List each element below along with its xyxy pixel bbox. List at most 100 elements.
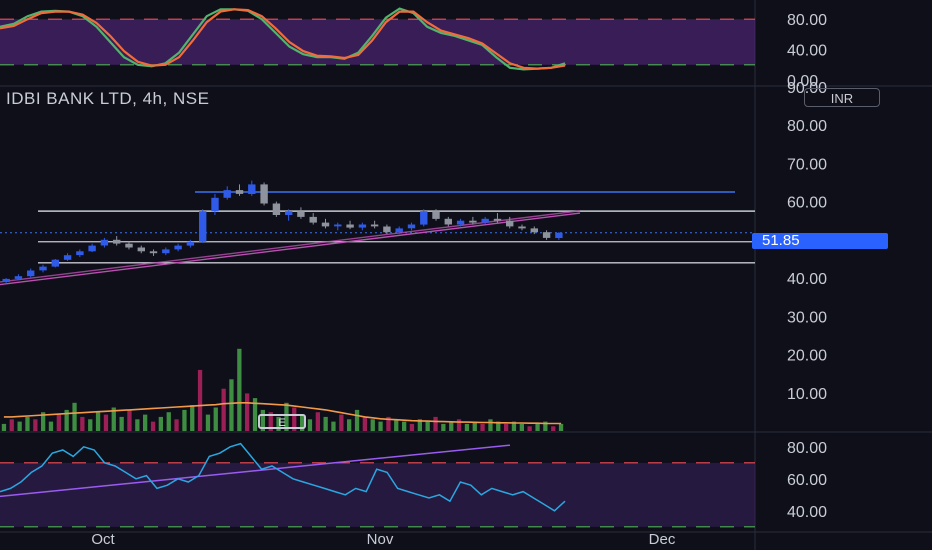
volume-bar xyxy=(488,419,493,432)
volume-bar xyxy=(190,405,195,431)
volume-bar xyxy=(370,419,375,432)
volume-bar xyxy=(433,416,438,431)
candle-body xyxy=(211,197,219,212)
time-axis-tick-1: Nov xyxy=(367,531,394,548)
candle-body xyxy=(481,218,489,223)
candle-body xyxy=(113,239,121,244)
volume-bar xyxy=(1,423,7,431)
candle-body xyxy=(186,241,195,246)
volume-bar xyxy=(158,416,163,431)
volume-bar xyxy=(441,423,446,431)
volume-bar xyxy=(150,421,156,431)
volume-bar xyxy=(394,419,399,432)
price-axis-tick-7: 20.00 xyxy=(787,348,827,365)
volume-bar xyxy=(347,419,352,432)
symbol-title: IDBI BANK LTD, 4h, NSE xyxy=(6,89,210,108)
volume-bar xyxy=(535,423,540,431)
chart-svg[interactable]: 90.0080.0070.0060.0050.0040.0030.0020.00… xyxy=(0,0,932,550)
candle-body xyxy=(100,239,109,246)
volume-bar xyxy=(315,412,320,431)
candle-body xyxy=(346,224,354,228)
volume-bar xyxy=(9,419,14,432)
volume-bar xyxy=(103,414,109,431)
candle-body xyxy=(272,203,281,215)
stoch-axis-tick-1: 40.00 xyxy=(787,43,827,60)
price-axis-tick-3: 60.00 xyxy=(787,195,827,212)
volume-bar xyxy=(229,379,234,431)
volume-bar xyxy=(205,414,211,431)
volume-bar xyxy=(449,421,454,431)
volume-bar xyxy=(182,409,187,432)
candle-body xyxy=(137,247,145,252)
candle-body xyxy=(358,224,367,228)
candle-body xyxy=(309,216,317,223)
volume-bar xyxy=(456,419,462,432)
candle-body xyxy=(432,211,440,219)
rsi-axis-tick-1: 60.00 xyxy=(787,472,827,489)
volume-bar xyxy=(362,416,367,431)
price-axis-tick-1: 80.00 xyxy=(787,118,827,135)
candle-body xyxy=(51,259,59,267)
volume-bar xyxy=(339,414,344,431)
candle-body xyxy=(260,184,268,204)
volume-bar xyxy=(72,402,77,431)
volume-bar xyxy=(166,412,171,431)
price-axis-tick-6: 30.00 xyxy=(787,309,827,326)
candle-body xyxy=(493,218,502,221)
volume-bar xyxy=(504,423,509,431)
candle-body xyxy=(456,220,465,225)
volume-bar xyxy=(213,407,218,431)
volume-bar xyxy=(323,416,328,431)
candle-body xyxy=(469,220,477,223)
candle-body xyxy=(334,224,342,227)
price-axis-tick-8: 10.00 xyxy=(787,386,827,403)
stoch-axis-tick-0: 80.00 xyxy=(787,12,827,29)
candle-body xyxy=(199,211,207,242)
volume-bar xyxy=(245,393,250,431)
volume-bar xyxy=(143,414,148,431)
candle-body xyxy=(518,226,526,229)
volume-bar xyxy=(354,409,360,432)
volume-bar xyxy=(48,421,54,431)
volume-bar xyxy=(527,426,532,431)
volume-bar xyxy=(80,416,85,431)
price-axis-tick-5: 40.00 xyxy=(787,271,827,288)
volume-bar xyxy=(402,421,407,431)
volume-bar xyxy=(56,414,61,431)
candle-body xyxy=(149,251,158,254)
candle-body xyxy=(174,245,182,250)
candle-body xyxy=(248,184,256,194)
candle-body xyxy=(162,249,170,254)
earnings-marker[interactable]: E xyxy=(258,414,306,429)
rsi-axis-tick-0: 80.00 xyxy=(787,440,827,457)
candle-body xyxy=(542,232,551,238)
candle-body xyxy=(530,228,538,233)
volume-bar xyxy=(331,421,336,431)
candle-body xyxy=(88,245,96,252)
volume-bar xyxy=(480,423,485,431)
volume-bar xyxy=(558,423,564,431)
volume-bar xyxy=(95,412,101,431)
candle-body xyxy=(27,270,35,277)
volume-bar xyxy=(464,423,470,431)
volume-bar xyxy=(237,348,242,432)
volume-bar xyxy=(17,421,22,431)
currency-badge[interactable]: INR xyxy=(804,88,880,107)
time-axis-tick-2: Dec xyxy=(649,531,676,548)
volume-bar xyxy=(519,423,524,431)
time-axis-tick-0: Oct xyxy=(91,531,115,548)
volume-bar xyxy=(307,419,313,432)
candle-body xyxy=(223,190,231,198)
volume-bar xyxy=(174,419,179,432)
stoch-band xyxy=(0,19,755,65)
candle-body xyxy=(555,232,563,238)
candle-body xyxy=(76,251,84,256)
candle-body xyxy=(321,222,330,227)
candle-body xyxy=(14,276,23,279)
volume-bar xyxy=(221,388,226,431)
volume-bar xyxy=(197,369,203,431)
candle-body xyxy=(395,228,403,233)
candle-body xyxy=(506,220,514,227)
volume-bar xyxy=(33,419,38,432)
candle-body xyxy=(235,190,244,194)
